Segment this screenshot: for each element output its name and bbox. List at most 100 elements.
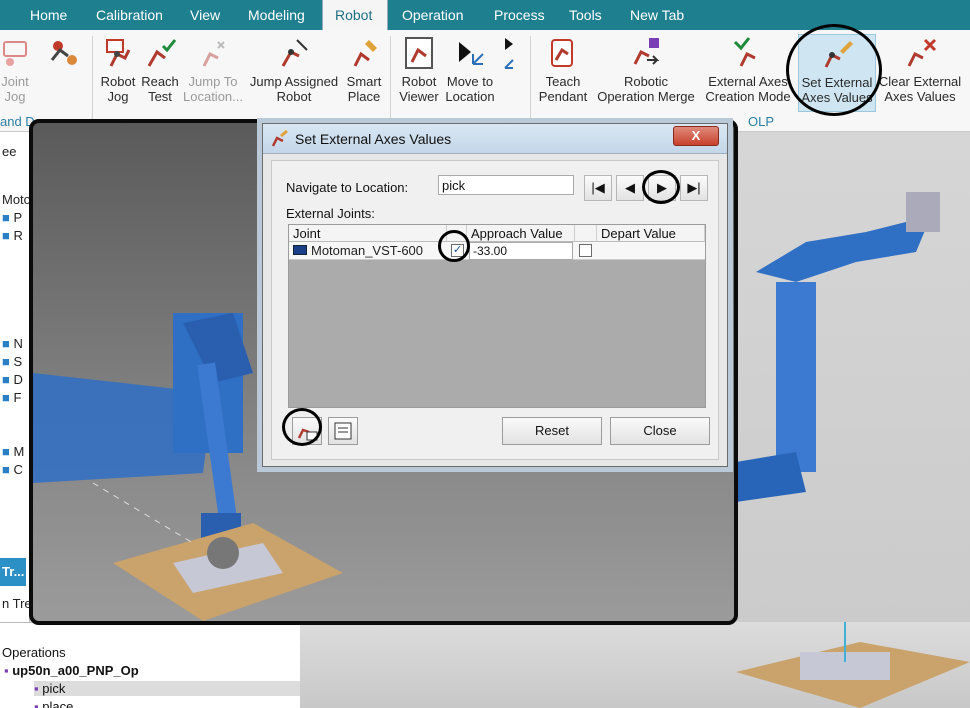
operation-tree-header: Operations	[2, 645, 66, 660]
tree-item[interactable]: ■ C	[2, 462, 23, 477]
set-external-axes-values-button[interactable]: Set External Axes Values	[798, 34, 876, 112]
reset-button[interactable]: Reset	[502, 417, 602, 445]
tree-item[interactable]: ■ M	[2, 444, 24, 459]
tree-item[interactable]: ■ P	[2, 210, 22, 225]
column-header-approach-value[interactable]: Approach Value	[467, 225, 575, 242]
column-header-depart-check[interactable]	[575, 225, 597, 242]
joint-name-cell: Motoman_VST-600	[311, 243, 424, 258]
column-header-approach-check[interactable]	[447, 225, 467, 242]
folder-icon: ■	[2, 462, 10, 477]
tree-item[interactable]: ■ N	[2, 336, 23, 351]
tab-calibration[interactable]: Calibration	[84, 0, 175, 30]
object-tree-tab[interactable]: Tr...	[0, 558, 26, 586]
object-tree-tab-label[interactable]: n Tre	[2, 596, 32, 611]
dialog-app-icon	[271, 130, 288, 147]
external-axes-creation-mode-label2: Creation Mode	[705, 89, 791, 104]
teach-pendant-button[interactable]: Teach Pendant	[534, 34, 592, 112]
close-button[interactable]: Close	[610, 417, 710, 445]
list-settings-icon	[334, 422, 352, 440]
move-to-location-icon	[459, 42, 484, 65]
object-tree-panel: ee Moto ■ P ■ R ■ N ■ S ■ D ■ F ■ M ■ C …	[0, 132, 32, 622]
tab-process[interactable]: Process	[482, 0, 557, 30]
navigate-location-input[interactable]	[438, 175, 574, 195]
graphic-viewer-right[interactable]	[736, 132, 970, 622]
object-tree-header: ee	[2, 144, 17, 159]
column-header-depart-value[interactable]: Depart Value	[597, 225, 705, 242]
tree-item-label: S	[13, 354, 23, 369]
robot-jog-button[interactable]: Robot Jog	[96, 34, 140, 112]
pallet-model-right	[736, 622, 970, 708]
tab-modeling[interactable]: Modeling	[236, 0, 317, 30]
teach-pendant-label2: Pendant	[538, 89, 588, 104]
navigate-to-location-label: Navigate to Location:	[286, 180, 409, 195]
ribbon: Joint Jog Robot Jog Reach Test Jump To L…	[0, 30, 970, 132]
tab-robot[interactable]: Robot	[322, 0, 388, 30]
smart-place-label2: Place	[347, 89, 381, 104]
depart-checkbox[interactable]	[579, 244, 592, 257]
tree-item[interactable]: ■ R	[2, 228, 23, 243]
robot-tool-group-button[interactable]	[36, 34, 90, 112]
tab-view[interactable]: View	[178, 0, 232, 30]
tab-home[interactable]: Home	[18, 0, 79, 30]
tab-new-tab[interactable]: New Tab	[618, 0, 696, 30]
tree-item[interactable]: ■ S	[2, 354, 22, 369]
robotic-operation-merge-icon	[633, 38, 660, 65]
tree-item-label: C	[13, 462, 23, 477]
tab-tools[interactable]: Tools	[557, 0, 614, 30]
move-to-location-label1: Move to	[446, 74, 494, 89]
next-location-button[interactable]: ▶	[648, 175, 676, 201]
tree-item-label: F	[13, 390, 22, 405]
ribbon-group-label-olp: OLP	[748, 114, 775, 129]
operation-child-label: place	[42, 699, 74, 708]
joint-jog-button[interactable]: Joint Jog	[0, 34, 30, 112]
graphic-viewer-bottom[interactable]	[300, 622, 970, 708]
external-axes-creation-mode-button[interactable]: External Axes Creation Mode	[700, 34, 796, 112]
approach-value-input[interactable]	[469, 242, 573, 260]
robot-viewer-icon	[405, 37, 433, 69]
save-values-button[interactable]	[292, 417, 322, 445]
teach-pendant-icon	[551, 39, 573, 67]
approach-checkbox[interactable]: ✓	[451, 244, 464, 257]
external-joints-label: External Joints:	[286, 206, 375, 221]
robot-viewer-button[interactable]: Robot Viewer	[396, 34, 442, 112]
jump-assigned-robot-button[interactable]: Jump Assigned Robot	[246, 34, 342, 112]
reach-test-button[interactable]: Reach Test	[140, 34, 180, 112]
folder-icon: ■	[2, 444, 10, 459]
teach-pendant-label1: Teach	[545, 74, 581, 89]
operation-child-item[interactable]: ▪ place	[34, 699, 73, 708]
operation-child-item[interactable]: ▪ pick	[34, 681, 300, 696]
set-external-axes-values-icon	[824, 41, 853, 68]
move-to-location-button[interactable]: Move to Location	[442, 34, 498, 112]
last-location-button[interactable]: ▶|	[680, 175, 708, 201]
table-row[interactable]: Motoman_VST-600 ✓	[289, 242, 705, 260]
joint-jog-label2: Jog	[4, 89, 26, 104]
jump-to-location-button[interactable]: Jump To Location...	[182, 34, 244, 112]
operation-root-item[interactable]: ▪ up50n_a00_PNP_Op	[4, 663, 139, 678]
robotic-operation-merge-button[interactable]: Robotic Operation Merge	[592, 34, 700, 112]
set-external-axes-values-label2: Axes Values	[801, 90, 873, 105]
tree-item[interactable]: ■ D	[2, 372, 23, 387]
first-location-button[interactable]: |◀	[584, 175, 612, 201]
location-nav-small-buttons[interactable]	[498, 34, 526, 112]
depart-value-cell[interactable]	[599, 243, 703, 259]
smart-place-button[interactable]: Smart Place	[342, 34, 386, 112]
previous-location-button[interactable]: ◀	[616, 175, 644, 201]
jump-assigned-robot-label2: Robot	[276, 89, 312, 104]
robot-model-right	[736, 192, 940, 502]
folder-icon: ■	[2, 336, 10, 351]
robot-jog-label2: Jog	[107, 89, 129, 104]
dialog-titlebar[interactable]: Set External Axes Values X	[263, 124, 727, 154]
jump-to-location-label2: Location...	[183, 89, 243, 104]
tree-item[interactable]: ■ F	[2, 390, 21, 405]
robotic-operation-merge-label2: Operation Merge	[597, 89, 695, 104]
operation-tree-panel: Operations ▪ up50n_a00_PNP_Op ▪ pick ▪ p…	[0, 622, 300, 708]
clear-external-axes-values-button[interactable]: Clear External Axes Values	[876, 34, 964, 112]
clear-external-axes-values-icon	[907, 38, 937, 67]
reach-test-icon	[147, 39, 177, 67]
robot-viewer-label2: Viewer	[399, 89, 439, 104]
column-header-joint[interactable]: Joint	[289, 225, 447, 242]
tab-operation[interactable]: Operation	[390, 0, 475, 30]
dialog-close-button[interactable]: X	[673, 126, 719, 146]
list-settings-button[interactable]	[328, 417, 358, 445]
tree-item[interactable]: Moto	[2, 192, 31, 207]
